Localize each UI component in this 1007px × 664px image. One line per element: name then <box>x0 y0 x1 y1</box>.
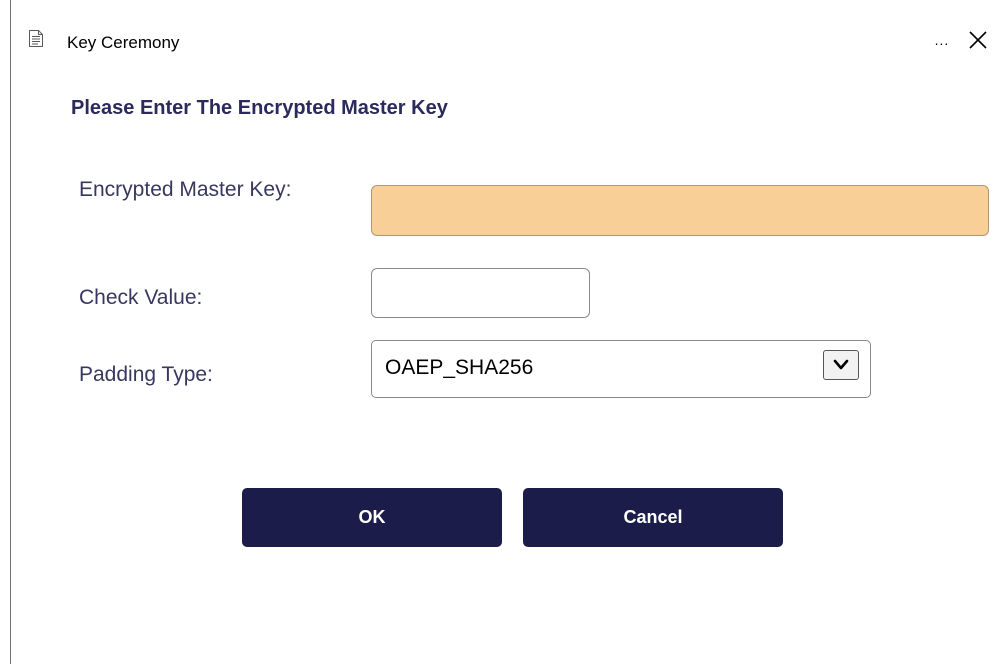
window-title: Key Ceremony <box>67 33 180 52</box>
ok-button[interactable]: OK <box>242 488 502 547</box>
document-icon <box>29 30 43 47</box>
padding-type-selected-value: OAEP_SHA256 <box>385 356 534 379</box>
encrypted-master-key-input[interactable] <box>371 185 989 236</box>
padding-type-select[interactable]: OAEP_SHA256 <box>371 340 871 398</box>
close-button[interactable] <box>966 28 990 52</box>
chevron-down-icon <box>833 359 849 370</box>
more-options-button[interactable]: ... <box>931 30 953 50</box>
title-bar: Key Ceremony ... <box>11 0 1007 52</box>
check-value-input[interactable] <box>371 268 590 318</box>
check-value-label: Check Value: <box>79 286 203 309</box>
close-icon <box>969 31 987 49</box>
padding-type-label: Padding Type: <box>79 363 213 386</box>
form-heading: Please Enter The Encrypted Master Key <box>71 97 448 119</box>
dropdown-button[interactable] <box>823 350 859 380</box>
cancel-button[interactable]: Cancel <box>523 488 783 547</box>
key-ceremony-dialog: Key Ceremony ... Please Enter The Encryp… <box>10 0 1007 664</box>
encrypted-master-key-label: Encrypted Master Key: <box>79 178 292 201</box>
